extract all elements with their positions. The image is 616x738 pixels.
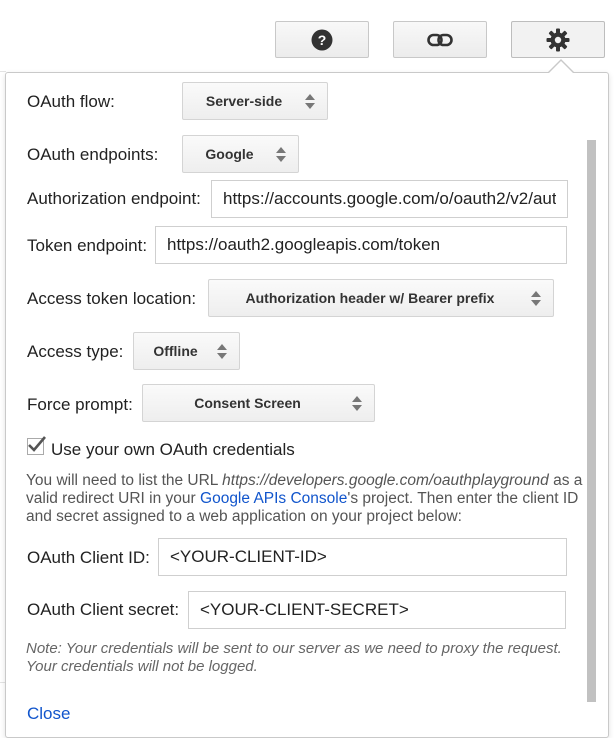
client-secret-label: OAuth Client secret: <box>27 600 180 619</box>
authorization-endpoint-input[interactable] <box>211 180 568 218</box>
scrollbar[interactable] <box>587 140 596 702</box>
oauth-flow-value: Server-side <box>205 93 283 109</box>
oauth-endpoints-select[interactable]: Google <box>182 135 299 173</box>
own-credentials-label: Use your own OAuth credentials <box>51 440 295 459</box>
access-type-value: Offline <box>153 343 198 359</box>
select-arrows-icon <box>276 145 286 163</box>
question-circle-icon: ? <box>311 29 333 50</box>
access-type-select[interactable]: Offline <box>133 332 240 370</box>
access-token-location-select[interactable]: Authorization header w/ Bearer prefix <box>208 279 554 317</box>
redirect-info-text: You will need to list the URL https://de… <box>26 472 583 525</box>
oauth-endpoints-label: OAuth endpoints: <box>27 145 159 164</box>
help-button[interactable]: ? <box>275 21 369 58</box>
svg-text:?: ? <box>318 32 327 48</box>
own-credentials-checkbox[interactable] <box>27 436 46 455</box>
access-token-location-value: Authorization header w/ Bearer prefix <box>245 290 495 306</box>
access-type-label: Access type: <box>27 342 124 361</box>
select-arrows-icon <box>217 342 227 360</box>
credentials-note: Note: Your credentials will be sent to o… <box>26 640 562 675</box>
client-secret-input[interactable] <box>188 591 566 629</box>
redirect-url: https://developers.google.com/oauthplayg… <box>222 472 549 489</box>
force-prompt-select[interactable]: Consent Screen <box>142 384 375 422</box>
token-endpoint-input[interactable] <box>155 226 567 264</box>
gear-icon <box>546 28 570 51</box>
client-id-input[interactable] <box>158 538 567 576</box>
google-apis-console-link[interactable]: Google APIs Console <box>200 490 347 507</box>
force-prompt-value: Consent Screen <box>194 395 301 411</box>
select-arrows-icon <box>531 289 541 307</box>
force-prompt-label: Force prompt: <box>27 395 133 414</box>
link-button[interactable] <box>393 21 487 58</box>
access-token-location-label: Access token location: <box>27 289 197 308</box>
token-endpoint-label: Token endpoint: <box>27 236 148 255</box>
checkmark-icon <box>28 436 46 452</box>
oauth-endpoints-value: Google <box>205 146 254 162</box>
select-arrows-icon <box>352 394 362 412</box>
close-link[interactable]: Close <box>27 704 70 724</box>
link-icon <box>427 33 453 46</box>
settings-button[interactable] <box>511 21 605 58</box>
oauth-flow-select[interactable]: Server-side <box>182 82 328 120</box>
oauth-flow-label: OAuth flow: <box>27 92 115 111</box>
select-arrows-icon <box>305 92 315 110</box>
client-id-label: OAuth Client ID: <box>27 548 150 567</box>
authorization-endpoint-label: Authorization endpoint: <box>27 189 201 208</box>
